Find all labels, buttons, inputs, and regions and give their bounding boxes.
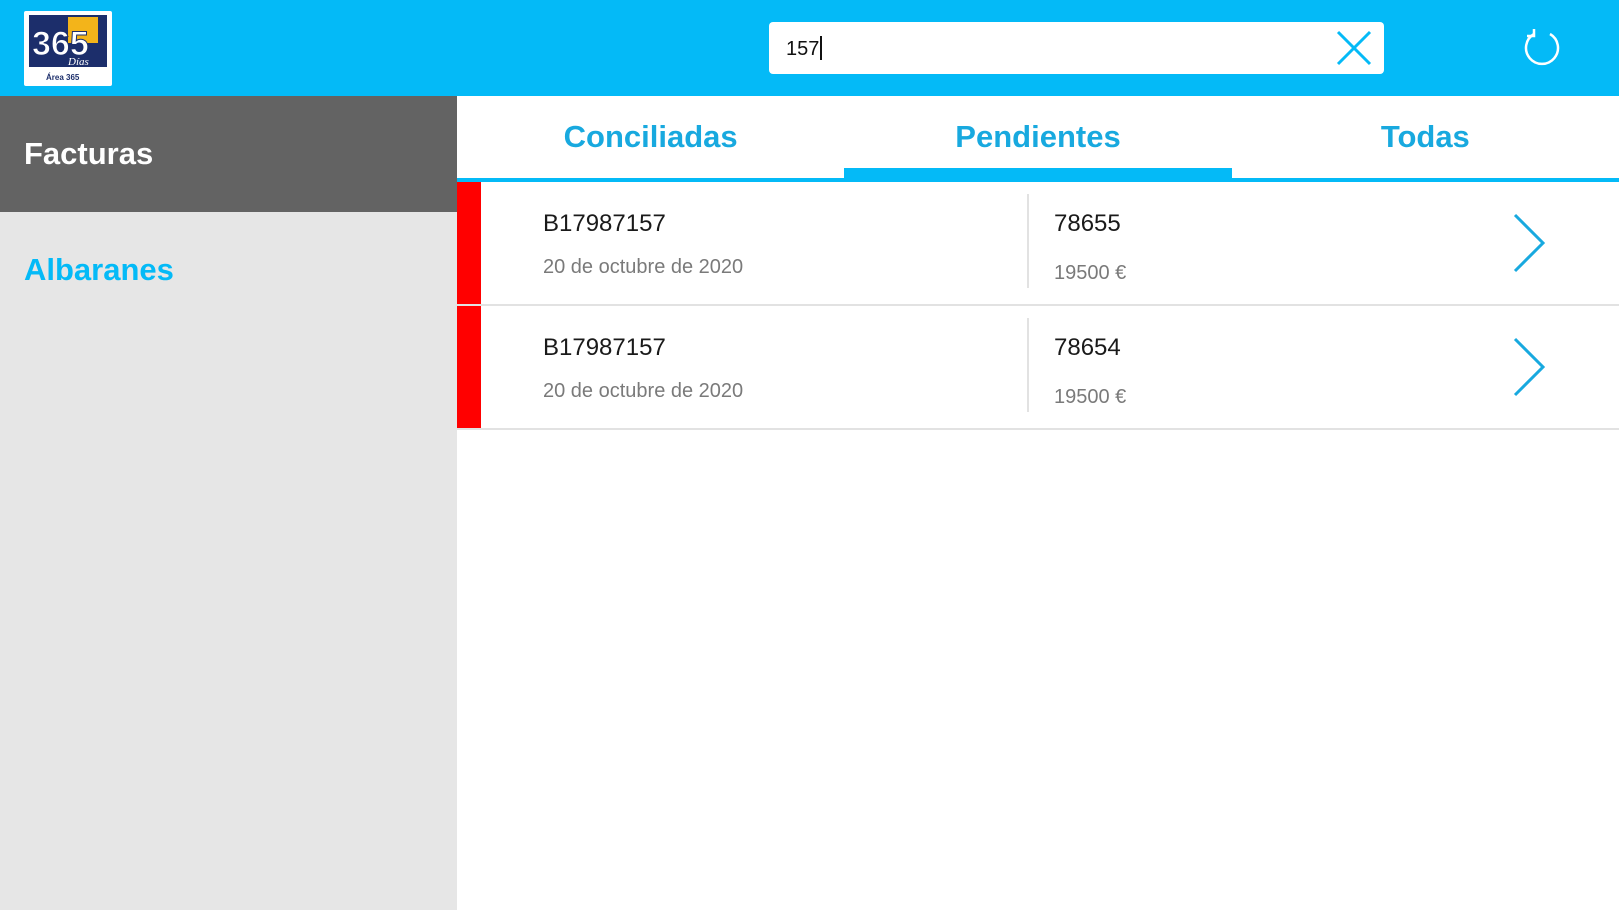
search-input[interactable]: 157 [786, 36, 822, 61]
main-panel: Conciliadas Pendientes Todas B17987157 2… [457, 96, 1619, 910]
close-icon [1336, 30, 1372, 66]
invoice-amount: 19500 € [1054, 386, 1127, 408]
refresh-button[interactable] [1522, 27, 1562, 67]
status-flag [457, 306, 481, 428]
tab-label: Todas [1380, 119, 1470, 154]
sidebar-item-albaranes[interactable]: Albaranes [0, 212, 457, 328]
sidebar: Facturas Albaranes [0, 96, 457, 910]
tab-pendientes[interactable]: Pendientes [844, 96, 1232, 182]
logo-graphic: 365 Días Área 365 [26, 13, 110, 84]
chevron-right-icon[interactable] [1509, 211, 1549, 275]
invoice-client-id: B17987157 [543, 210, 666, 237]
tab-label: Pendientes [955, 119, 1121, 154]
tab-label: Conciliadas [563, 119, 738, 154]
list-item[interactable]: B17987157 20 de octubre de 2020 78654 19… [457, 306, 1619, 430]
tab-bar: Conciliadas Pendientes Todas [457, 96, 1619, 182]
list-item[interactable]: B17987157 20 de octubre de 2020 78655 19… [457, 182, 1619, 306]
logo-caption: Área 365 [46, 73, 80, 82]
status-flag [457, 182, 481, 304]
search-input-value: 157 [786, 38, 820, 60]
invoice-amount: 19500 € [1054, 262, 1127, 284]
invoice-number: 78654 [1054, 334, 1121, 361]
search-box[interactable]: 157 [769, 22, 1384, 74]
sidebar-item-facturas[interactable]: Facturas [0, 96, 457, 212]
invoice-client-id: B17987157 [543, 334, 666, 361]
app-logo[interactable]: 365 Días Área 365 [24, 11, 112, 86]
tab-conciliadas[interactable]: Conciliadas [457, 96, 844, 178]
invoice-date: 20 de octubre de 2020 [543, 256, 744, 278]
refresh-icon [1524, 29, 1560, 66]
logo-sub-text: Días [67, 56, 89, 68]
invoice-number: 78655 [1054, 210, 1121, 237]
invoice-date: 20 de octubre de 2020 [543, 380, 744, 402]
tab-todas[interactable]: Todas [1232, 96, 1619, 178]
row-divider [1027, 194, 1029, 288]
sidebar-item-label: Facturas [24, 136, 154, 171]
sidebar-item-label: Albaranes [24, 252, 174, 287]
app-header: 365 Días Área 365 157 [0, 0, 1619, 96]
text-caret [820, 36, 822, 60]
chevron-right-icon[interactable] [1509, 335, 1549, 399]
clear-search-button[interactable] [1334, 28, 1374, 68]
row-divider [1027, 318, 1029, 412]
